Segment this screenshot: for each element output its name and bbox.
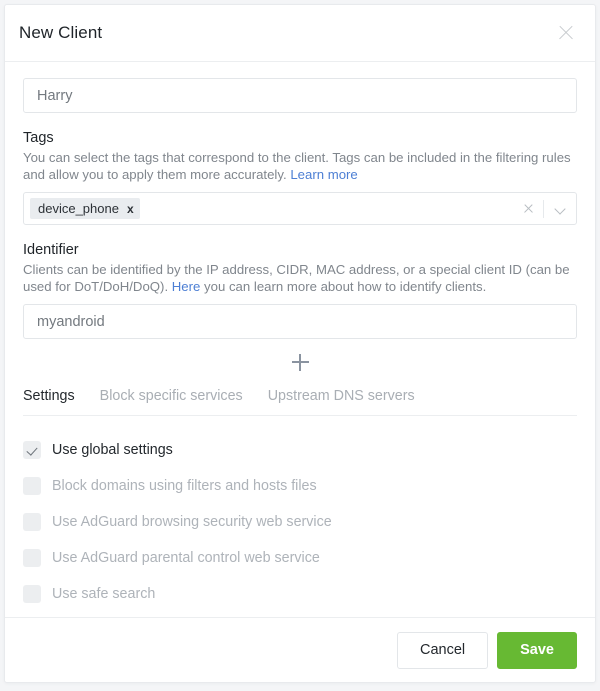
checkbox-label-safe-search: Use safe search <box>52 586 155 602</box>
tab-settings[interactable]: Settings <box>23 388 75 404</box>
tags-selected-area: device_phone x <box>30 198 517 219</box>
checkbox-safe-search[interactable] <box>23 585 41 603</box>
checkbox-label-use-global-settings: Use global settings <box>52 442 173 458</box>
checkbox-row-browsing-security[interactable]: Use AdGuard browsing security web servic… <box>23 504 577 540</box>
tab-upstream-dns-servers[interactable]: Upstream DNS servers <box>268 388 415 404</box>
tags-description: You can select the tags that correspond … <box>23 149 577 183</box>
dialog-header: New Client <box>5 5 595 62</box>
checkbox-row-safe-search[interactable]: Use safe search <box>23 576 577 612</box>
select-indicators <box>517 199 572 219</box>
save-button[interactable]: Save <box>497 632 577 669</box>
add-identifier-row <box>23 345 577 379</box>
new-client-dialog: New Client Tags You can select the tags … <box>4 4 596 683</box>
tag-remove-icon[interactable]: x <box>127 203 134 215</box>
checkbox-row-use-global-settings[interactable]: Use global settings <box>23 432 577 468</box>
identifier-description-part2: you can learn more about how to identify… <box>200 279 486 294</box>
settings-tabs: Settings Block specific services Upstrea… <box>23 388 577 416</box>
cancel-button[interactable]: Cancel <box>397 632 488 669</box>
dialog-body: Tags You can select the tags that corres… <box>5 62 595 617</box>
tag-chip[interactable]: device_phone x <box>30 198 140 219</box>
dialog-footer: Cancel Save <box>5 617 595 682</box>
tags-learn-more-link[interactable]: Learn more <box>290 167 357 182</box>
checkbox-row-parental-control[interactable]: Use AdGuard parental control web service <box>23 540 577 576</box>
checkbox-parental-control[interactable] <box>23 549 41 567</box>
plus-icon[interactable] <box>292 354 309 371</box>
clear-icon[interactable] <box>517 199 539 219</box>
tags-label: Tags <box>23 130 577 146</box>
tags-section: Tags You can select the tags that corres… <box>23 130 577 225</box>
checkbox-row-block-domains[interactable]: Block domains using filters and hosts fi… <box>23 468 577 504</box>
identifier-label: Identifier <box>23 242 577 258</box>
checkbox-label-browsing-security: Use AdGuard browsing security web servic… <box>52 514 332 530</box>
close-icon[interactable] <box>555 22 577 44</box>
tag-chip-label: device_phone <box>38 201 119 216</box>
identifier-input[interactable] <box>23 304 577 339</box>
checkbox-label-parental-control: Use AdGuard parental control web service <box>52 550 320 566</box>
page-title: New Client <box>19 23 555 43</box>
checkbox-browsing-security[interactable] <box>23 513 41 531</box>
tags-select[interactable]: device_phone x <box>23 192 577 225</box>
identifier-description: Clients can be identified by the IP addr… <box>23 261 577 295</box>
chevron-down-icon[interactable] <box>548 199 572 219</box>
identifier-here-link[interactable]: Here <box>172 279 201 294</box>
settings-checkbox-list: Use global settings Block domains using … <box>23 432 577 612</box>
checkbox-use-global-settings[interactable] <box>23 441 41 459</box>
checkbox-label-block-domains: Block domains using filters and hosts fi… <box>52 478 317 494</box>
checkbox-block-domains[interactable] <box>23 477 41 495</box>
client-name-input[interactable] <box>23 78 577 113</box>
select-divider <box>543 200 544 218</box>
tab-block-specific-services[interactable]: Block specific services <box>100 388 243 404</box>
identifier-section: Identifier Clients can be identified by … <box>23 242 577 379</box>
